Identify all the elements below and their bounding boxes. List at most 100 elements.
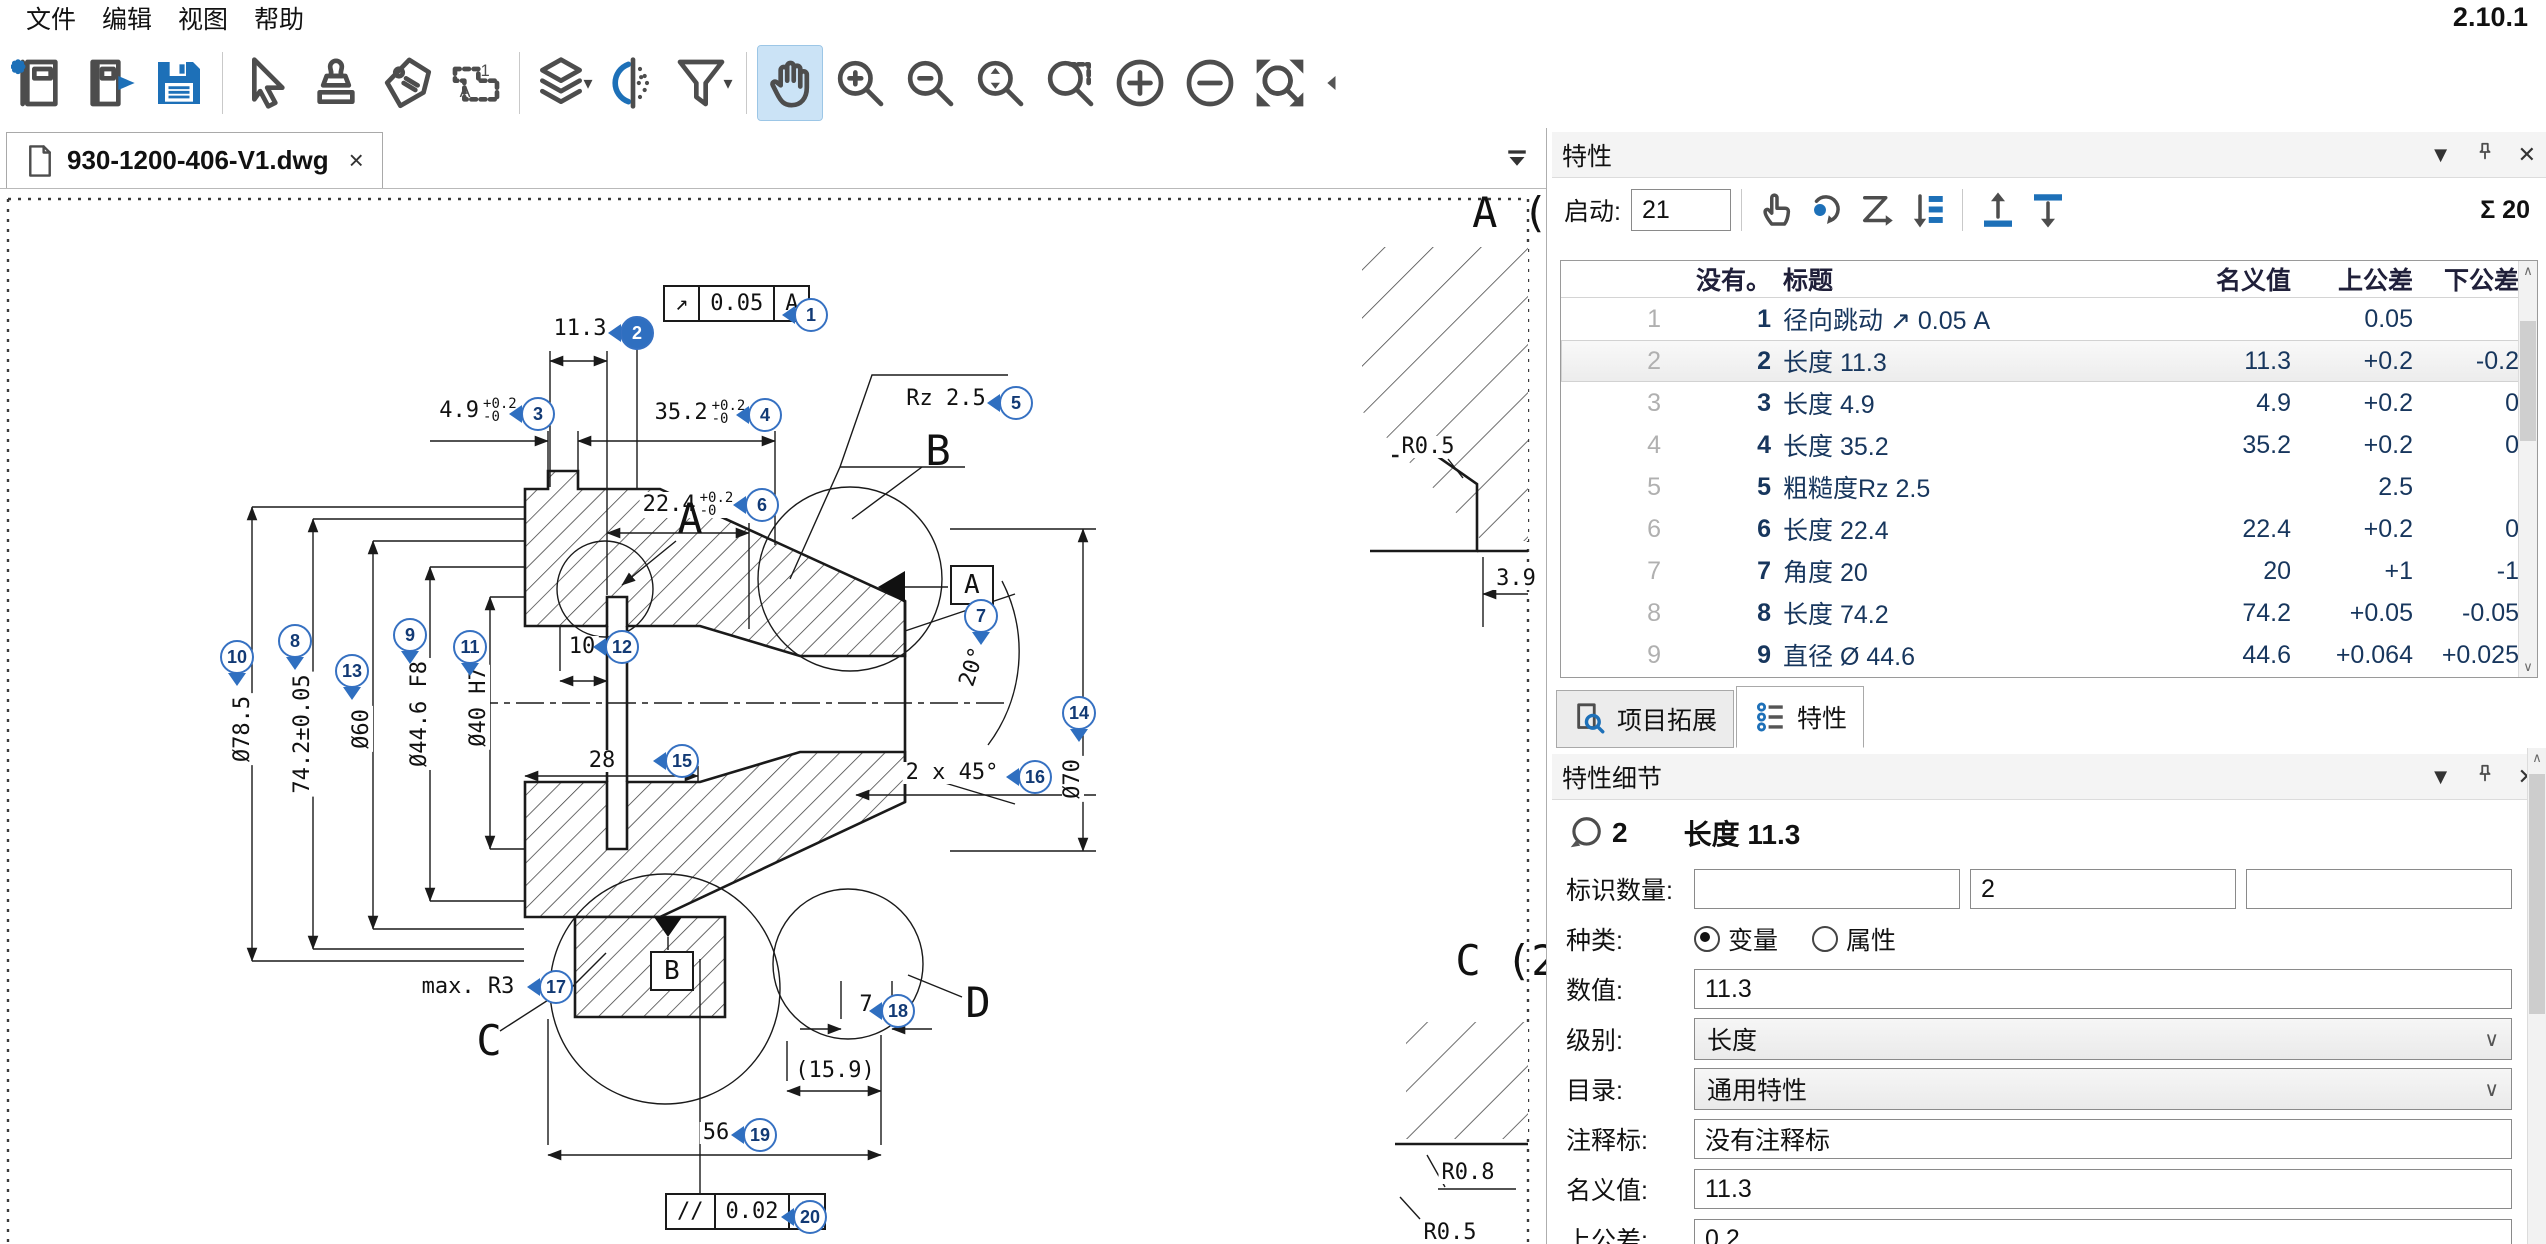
table-row[interactable]: 11径向跳动 ↗ 0.05 A0.05: [1561, 298, 2537, 340]
pin-icon[interactable]: [2474, 763, 2496, 791]
menu-item-视图[interactable]: 视图: [178, 0, 228, 36]
drawing-balloon-19[interactable]: 19: [743, 1118, 777, 1152]
select-cursor-button[interactable]: [234, 46, 298, 120]
drawing-balloon-17[interactable]: 17: [539, 970, 573, 1004]
column-header[interactable]: 标题: [1771, 261, 2175, 297]
increase-button[interactable]: [1108, 46, 1172, 120]
drawing-balloon-4[interactable]: 4: [748, 398, 782, 432]
column-header[interactable]: 没有。: [1667, 261, 1771, 297]
drawing-balloon-13[interactable]: 13: [335, 654, 369, 688]
drawing-balloon-18[interactable]: 18: [881, 994, 915, 1028]
chevron-down-icon[interactable]: ∨: [2484, 1077, 2499, 1102]
drawing-balloon-12[interactable]: 12: [605, 630, 639, 664]
panel-close-icon[interactable]: ✕: [2518, 142, 2536, 168]
drawing-balloon-15[interactable]: 15: [665, 744, 699, 778]
zoom-window-button[interactable]: [1038, 46, 1102, 120]
document-tab[interactable]: 930-1200-406-V1.dwg ×: [6, 132, 383, 188]
sort-list-icon[interactable]: [1906, 189, 1948, 231]
menu-item-编辑[interactable]: 编辑: [102, 0, 152, 36]
pan-hand-button[interactable]: [758, 46, 822, 120]
panel-menu-icon[interactable]: ▼: [2430, 764, 2452, 790]
filter-dropdown-arrow[interactable]: ▾: [723, 73, 732, 94]
panel-tab-2[interactable]: 特性: [1736, 686, 1864, 748]
select-级别:[interactable]: 长度∨: [1694, 1018, 2512, 1060]
text-input[interactable]: 0.2: [1694, 1219, 2512, 1244]
capture-region-button[interactable]: A1: [444, 46, 508, 120]
new-document-button[interactable]: [7, 46, 71, 120]
zoom-fit-button[interactable]: [1248, 46, 1312, 120]
table-row[interactable]: 22长度 11.311.3+0.2-0.2: [1561, 340, 2537, 382]
table-scrollbar[interactable]: ∧ ∨: [2518, 261, 2537, 677]
menu-item-文件[interactable]: 文件: [26, 0, 76, 36]
id-count-input[interactable]: [2246, 869, 2512, 909]
drawing-balloon-7[interactable]: 7: [964, 599, 998, 633]
drawing-balloon-3[interactable]: 3: [521, 397, 555, 431]
table-row[interactable]: 55粗糙度Rz 2.52.5: [1561, 466, 2537, 508]
drawing-balloon-20[interactable]: 20: [793, 1200, 827, 1234]
scrollbar-thumb[interactable]: [2529, 774, 2545, 1014]
save-button[interactable]: [147, 46, 211, 120]
layers-dropdown-arrow[interactable]: ▾: [583, 73, 592, 94]
radio-option[interactable]: 变量: [1694, 921, 1778, 957]
table-row[interactable]: 44长度 35.235.2+0.20: [1561, 424, 2537, 466]
drawing-balloon-1[interactable]: 1: [794, 298, 828, 332]
column-header[interactable]: 下公差: [2413, 261, 2519, 297]
scroll-up-icon[interactable]: ∧: [2519, 261, 2537, 281]
menu-item-帮助[interactable]: 帮助: [254, 0, 304, 36]
drawing-balloon-6[interactable]: 6: [745, 488, 779, 522]
filter-button[interactable]: ▾: [671, 46, 735, 120]
select-目录:[interactable]: 通用特性∨: [1694, 1068, 2512, 1110]
move-bottom-icon[interactable]: [2027, 189, 2069, 231]
decrease-button[interactable]: [1178, 46, 1242, 120]
table-row[interactable]: 33长度 4.94.9+0.20: [1561, 382, 2537, 424]
start-number-input[interactable]: 21: [1631, 189, 1731, 231]
pin-icon[interactable]: [2474, 141, 2496, 169]
drawing-balloon-16[interactable]: 16: [1018, 760, 1052, 794]
move-top-icon[interactable]: [1977, 189, 2019, 231]
pick-pointer-icon[interactable]: [1756, 189, 1798, 231]
renumber-rotate-icon[interactable]: [1806, 189, 1848, 231]
text-input[interactable]: 没有注释标: [1694, 1119, 2512, 1159]
drawing-canvas[interactable]: 123456789101112131415161718192011.34.9+0…: [0, 189, 1546, 1244]
drawing-balloon-14[interactable]: 14: [1062, 696, 1096, 730]
table-row[interactable]: 77角度 2020+1-1: [1561, 550, 2537, 592]
zoom-in-button[interactable]: [828, 46, 892, 120]
drawing-balloon-11[interactable]: 11: [453, 630, 487, 664]
scrollbar-thumb[interactable]: [2520, 321, 2536, 441]
zoom-out-button[interactable]: [898, 46, 962, 120]
column-header[interactable]: 名义值: [2175, 261, 2291, 297]
zoom-dynamic-button[interactable]: [968, 46, 1032, 120]
drawing-balloon-8[interactable]: 8: [278, 624, 312, 658]
panel-tab-1[interactable]: 项目拓展: [1556, 690, 1734, 748]
table-row[interactable]: 88长度 74.274.2+0.05-0.05: [1561, 592, 2537, 634]
drawing-balloon-5[interactable]: 5: [999, 386, 1033, 420]
drawing-balloon-9[interactable]: 9: [393, 618, 427, 652]
radio-icon[interactable]: [1812, 926, 1838, 952]
panel-menu-icon[interactable]: ▼: [2430, 142, 2452, 168]
z-order-icon[interactable]: [1856, 189, 1898, 231]
scroll-down-icon[interactable]: ∨: [2519, 657, 2537, 677]
tag-button[interactable]: [374, 46, 438, 120]
radio-icon[interactable]: [1694, 926, 1720, 952]
id-count-input[interactable]: 2: [1970, 869, 2236, 909]
layers-button[interactable]: ▾: [531, 46, 595, 120]
chevron-down-icon[interactable]: ∨: [2484, 1027, 2499, 1052]
text-input[interactable]: 11.3: [1694, 969, 2512, 1009]
tab-list-icon[interactable]: [1502, 142, 1532, 172]
table-row[interactable]: 99直径 Ø 44.644.6+0.064+0.025: [1561, 634, 2537, 676]
scroll-up-icon[interactable]: ∧: [2528, 748, 2546, 768]
id-count-input[interactable]: [1694, 869, 1960, 909]
drawing-balloon-10[interactable]: 10: [220, 640, 254, 674]
stamp-button[interactable]: [304, 46, 368, 120]
tab-close-icon[interactable]: ×: [349, 145, 364, 176]
mirror-view-button[interactable]: [601, 46, 665, 120]
radio-option[interactable]: 属性: [1812, 921, 1896, 957]
toolbar-collapse-button[interactable]: [1318, 46, 1346, 120]
details-scrollbar[interactable]: ∧: [2527, 748, 2546, 1244]
text-input[interactable]: 11.3: [1694, 1169, 2512, 1209]
column-header[interactable]: 上公差: [2291, 261, 2413, 297]
panel-separator[interactable]: [1546, 128, 1547, 1244]
drawing-balloon-2[interactable]: 2: [620, 316, 654, 350]
table-row[interactable]: 66长度 22.422.4+0.20: [1561, 508, 2537, 550]
open-document-button[interactable]: [77, 46, 141, 120]
